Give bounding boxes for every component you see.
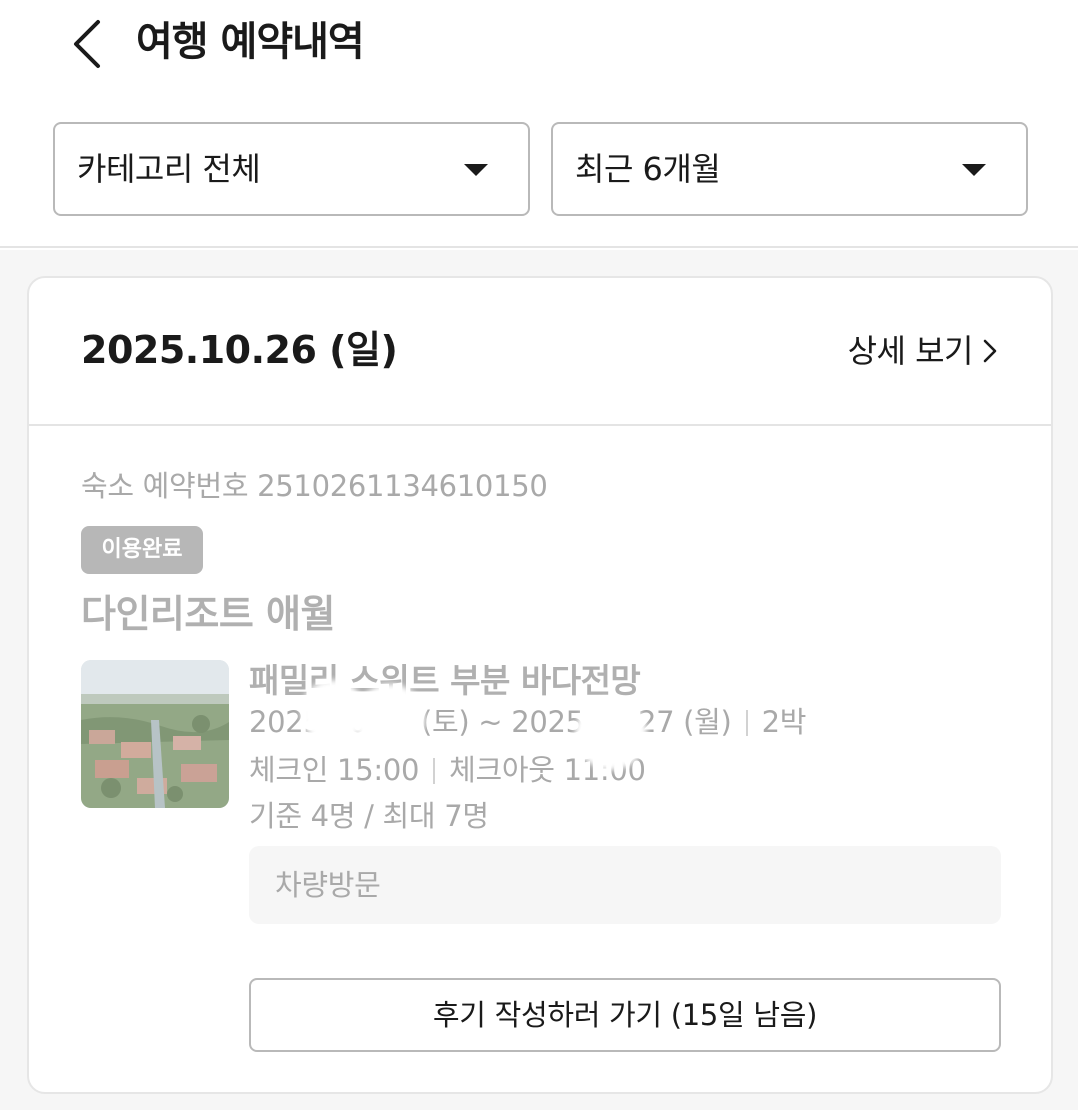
visit-method-box: 차량방문	[249, 846, 1001, 924]
page-title: 여행 예약내역	[136, 19, 365, 65]
hotel-name: 다인리조트 애월	[81, 592, 335, 636]
category-select-value: 카테고리 전체	[77, 150, 261, 188]
redaction-mark	[575, 698, 647, 770]
capacity: 기준 4명 / 최대 7명	[249, 799, 489, 833]
view-detail-link[interactable]: 상세 보기	[848, 328, 997, 374]
status-badge: 이용완료	[81, 526, 203, 574]
checkin-time: 체크인 15:00	[249, 753, 420, 787]
divider	[745, 710, 748, 736]
hotel-thumbnail	[81, 660, 229, 808]
period-select[interactable]: 최근 6개월	[551, 122, 1028, 216]
write-review-button[interactable]: 후기 작성하러 가기 (15일 남음)	[249, 978, 1001, 1052]
divider	[433, 758, 436, 784]
category-select[interactable]: 카테고리 전체	[53, 122, 530, 216]
redaction-mark	[355, 684, 425, 754]
filter-bar: 카테고리 전체 최근 6개월	[0, 90, 1078, 248]
back-button[interactable]	[62, 14, 112, 74]
booking-card-header: 2025.10.26 (일) 상세 보기	[29, 278, 1051, 426]
header: 여행 예약내역	[0, 0, 1078, 90]
chevron-left-icon	[74, 20, 100, 68]
caret-down-icon	[962, 164, 986, 176]
caret-down-icon	[464, 164, 488, 176]
view-detail-label: 상세 보기	[847, 332, 974, 370]
nights: 2박	[761, 705, 807, 739]
booking-number: 숙소 예약번호 2510261134610150	[81, 469, 548, 503]
visit-method: 차량방문	[275, 868, 381, 902]
booking-date: 2025.10.26 (일)	[81, 328, 398, 372]
period-select-value: 최근 6개월	[575, 150, 721, 188]
booking-card: 2025.10.26 (일) 상세 보기 숙소 예약번호 25102611346…	[27, 276, 1053, 1094]
chevron-right-icon	[983, 339, 997, 363]
